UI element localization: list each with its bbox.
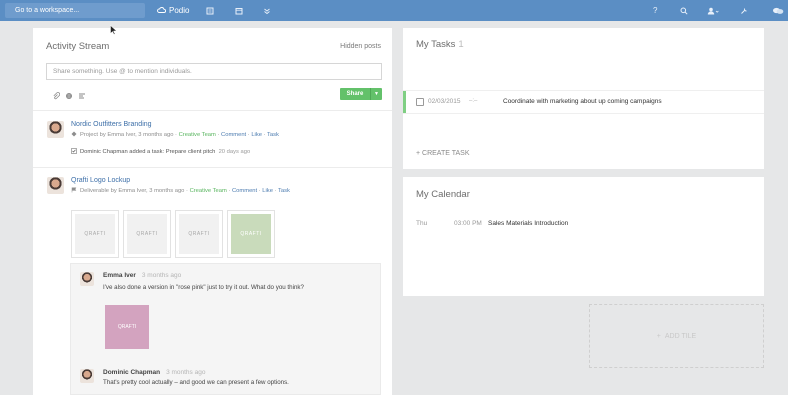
flag-icon [71,187,77,193]
comment-author: Emma Iver 3 months ago [103,272,181,279]
comment-image[interactable]: QRAFTI [105,305,149,349]
brand-label: Podio [169,6,190,15]
like-action[interactable]: Like [262,188,273,194]
share-input[interactable]: Share something. Use @ to mention indivi… [46,63,382,80]
tools-icon[interactable] [740,0,748,21]
comment-author-name[interactable]: Emma Iver [103,272,136,279]
avatar-emma-iver[interactable] [47,121,64,138]
event-title[interactable]: Sales Materials Introduction [488,220,568,227]
attachment-thumbnail[interactable]: QRAFTI [227,210,275,258]
hidden-posts-link[interactable]: Hidden posts [340,43,381,50]
top-navigation-bar: Go to a workspace... Podio ? [0,0,788,21]
activity-stream-title: Activity Stream [46,41,110,52]
paperclip-icon[interactable] [52,92,61,102]
comment-action[interactable]: Comment [232,188,257,194]
task-action[interactable]: Task [278,188,290,194]
task-action[interactable]: Task [267,132,279,138]
event-day: Thu [416,220,428,227]
comment-author: Dominic Chapman 3 months ago [103,369,205,376]
project-icon [71,131,77,137]
my-tasks-title-label: My Tasks [416,39,456,50]
avatar-emma-iver[interactable] [47,177,64,194]
task-due-date: 02/03/2015 [428,98,461,105]
search-icon[interactable] [680,0,688,21]
calendar-icon[interactable] [235,0,243,21]
task-title[interactable]: Coordinate with marketing about up comin… [503,98,662,105]
task-status-bar [403,91,406,113]
comment-text: I've also done a version in "rose pink" … [103,284,304,291]
post-meta: Project by Emma Iver, 3 months ago · Cre… [71,131,279,138]
task-checkbox[interactable] [416,98,424,106]
thumbnail-label: QRAFTI [231,214,271,254]
comment-text: That's pretty cool actually – and good w… [103,379,289,386]
share-button[interactable]: Share ▼ [340,88,382,100]
my-calendar-title: My Calendar [416,189,470,200]
attachment-thumbnail[interactable]: QRAFTI [123,210,171,258]
chat-icon[interactable] [772,0,784,21]
my-tasks-title: My Tasks 1 [416,39,464,50]
attachment-thumbnail[interactable]: QRAFTI [71,210,119,258]
comment-image-label: QRAFTI [117,324,137,330]
attachment-thumbnail[interactable]: QRAFTI [175,210,223,258]
comment-time: 3 months ago [141,272,182,279]
share-button-label[interactable]: Share [340,88,371,100]
event-time: 03:00 PM [454,220,482,227]
cursor-icon [110,25,117,35]
task-activity-line: Dominic Chapman added a task: Prepare cl… [71,148,250,155]
plus-icon: + [656,332,661,340]
checkbox-icon [71,148,77,154]
workspace-link[interactable]: Creative Team [190,188,227,194]
task-row[interactable]: 02/03/2015 –:– Coordinate with marketing… [403,90,764,114]
my-tasks-panel: My Tasks 1 02/03/2015 –:– Coordinate with… [403,28,764,169]
comment-author-name[interactable]: Dominic Chapman [103,369,160,376]
comment-time: 3 months ago [166,369,206,376]
avatar-dominic-chapman[interactable] [80,369,94,383]
like-action[interactable]: Like [251,132,262,138]
podio-home-link[interactable]: Podio [157,0,189,21]
add-tile-label: ADD TILE [664,332,697,340]
format-list-icon[interactable] [78,92,86,102]
divider [33,167,392,168]
task-time: –:– [469,98,478,104]
chevrons-icon[interactable] [263,0,271,21]
document-icon[interactable] [206,0,214,21]
divider [33,110,392,111]
workspace-link[interactable]: Creative Team [179,132,216,138]
my-calendar-panel: My Calendar Thu 03:00 PM Sales Materials… [403,177,764,296]
thumbnail-label: QRAFTI [127,214,167,254]
cloud-icon [157,6,166,16]
globe-icon[interactable] [65,92,73,102]
avatar-emma-iver[interactable] [80,272,94,286]
comment-action[interactable]: Comment [221,132,246,138]
thumbnail-label: QRAFTI [75,214,115,254]
post-meta: Deliverable by Emma Iver, 3 months ago ·… [71,187,290,194]
add-tile-button[interactable]: + ADD TILE [589,304,764,368]
workspace-search-input[interactable]: Go to a workspace... [5,3,145,18]
task-activity-text: Dominic Chapman added a task: Prepare cl… [80,149,216,155]
post-title[interactable]: Qrafti Logo Lockup [71,177,130,184]
create-task-button[interactable]: + CREATE TASK [416,150,470,157]
thumbnail-label: QRAFTI [179,214,219,254]
post-meta-prefix: Deliverable by Emma Iver, 3 months ago [80,188,185,194]
task-count: 1 [458,39,464,50]
task-activity-time: 20 days ago [218,149,251,155]
user-icon[interactable] [707,0,719,21]
chevron-down-icon[interactable]: ▼ [371,88,382,100]
post-title[interactable]: Nordic Outfitters Branding [71,121,152,128]
help-icon[interactable]: ? [653,0,657,21]
post-meta-prefix: Project by Emma Iver, 3 months ago [80,132,174,138]
